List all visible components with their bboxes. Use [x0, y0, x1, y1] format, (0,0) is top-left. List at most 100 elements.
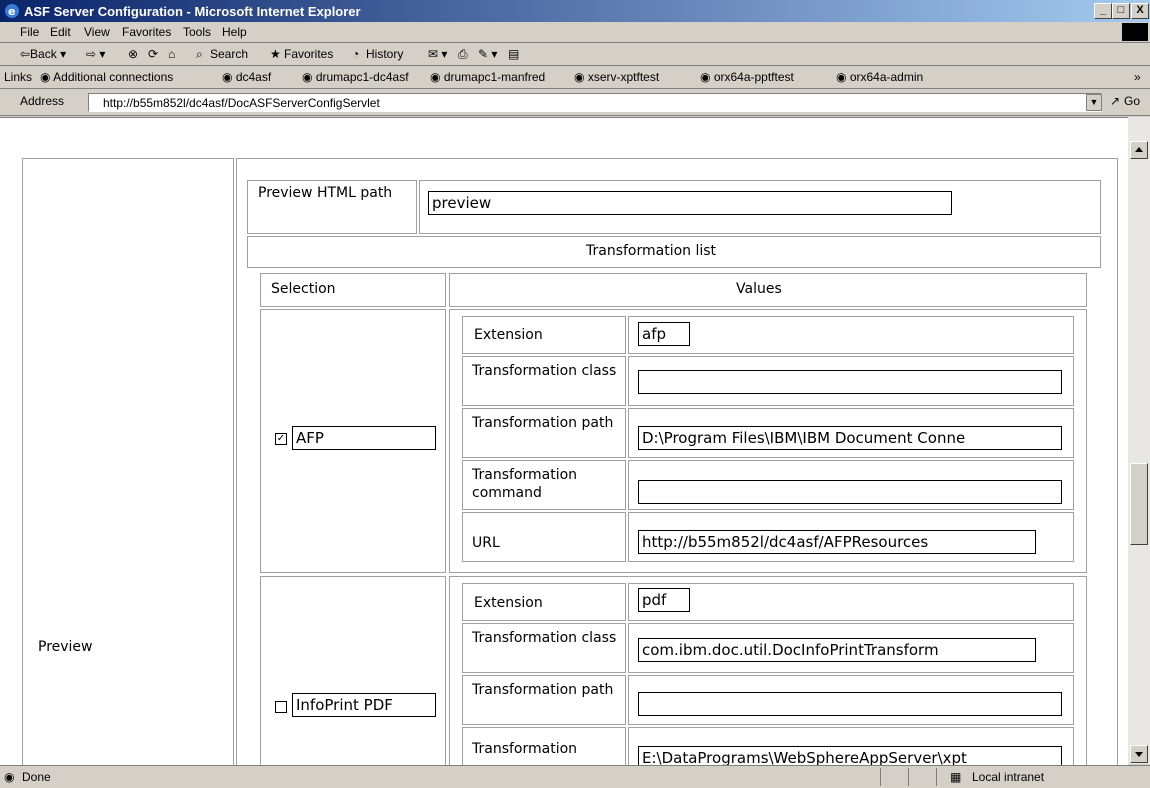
close-button[interactable]: X — [1131, 3, 1149, 19]
menu-file[interactable]: File — [20, 25, 39, 39]
link-label: xserv-xptftest — [587, 70, 660, 84]
link-orx64a-pptftest[interactable]: ◉ orx64a-pptftest — [700, 70, 794, 84]
address-bar: Address http://b55m852l/dc4asf/DocASFSer… — [0, 89, 1150, 116]
afp-class-label: Transformation class — [472, 363, 617, 379]
link-label: Additional connections — [53, 70, 174, 84]
afp-extension-input[interactable]: afp — [638, 322, 690, 346]
link-dc4asf[interactable]: ◉ dc4asf — [222, 70, 271, 84]
go-button[interactable]: Go — [1124, 94, 1140, 108]
favorites-button[interactable]: Favorites — [284, 47, 333, 61]
link-xserv-xptftest[interactable]: ◉ xserv-xptftest — [574, 70, 659, 84]
intranet-zone-icon: ▦ — [950, 770, 962, 784]
scroll-thumb[interactable] — [1130, 463, 1148, 545]
maximize-button[interactable]: □ — [1112, 3, 1130, 19]
refresh-icon[interactable]: ⟳ — [148, 47, 158, 61]
pdf-extension-label: Extension — [474, 595, 543, 611]
link-label: orx64a-admin — [849, 70, 924, 84]
links-label: Links — [4, 70, 33, 84]
status-bar: ◉ Done ▦ Local intranet — [0, 765, 1150, 788]
standard-toolbar: ⇦Back ▾ ⇨ ▾ ⊗ ⟳ ⌂ ⌕ Search ★ Favorites ◔… — [0, 43, 1150, 66]
zone-label: Local intranet — [972, 770, 1045, 784]
scroll-down-button[interactable] — [1130, 745, 1148, 763]
afp-extension-value-cell — [628, 316, 1074, 354]
pdf-command-input[interactable]: E:\DataPrograms\WebSphereAppServer\xpt — [638, 746, 1062, 765]
pdf-checkbox[interactable] — [275, 701, 287, 713]
preview-path-input[interactable]: preview — [428, 191, 952, 215]
pdf-selection-cell — [260, 576, 446, 765]
pdf-class-label: Transformation class — [472, 630, 617, 646]
search-icon: ⌕ — [196, 47, 203, 61]
menu-help[interactable]: Help — [222, 25, 247, 39]
menu-tools[interactable]: Tools — [183, 25, 211, 39]
history-icon: ◔ — [352, 47, 360, 61]
home-icon[interactable]: ⌂ — [168, 47, 175, 61]
discuss-icon[interactable]: ▤ — [508, 47, 519, 61]
pdf-path-input[interactable] — [638, 692, 1062, 716]
back-button[interactable]: ⇦Back ▾ — [20, 47, 66, 61]
ie-icon: e — [5, 4, 19, 18]
afp-path-input[interactable]: D:\Program Files\IBM\IBM Document Conne — [638, 426, 1062, 450]
afp-class-input[interactable] — [638, 370, 1062, 394]
title-bar: e ASF Server Configuration - Microsoft I… — [0, 0, 1150, 22]
window-title: ASF Server Configuration - Microsoft Int… — [24, 4, 361, 19]
mail-icon[interactable]: ✉ ▾ — [428, 47, 447, 61]
go-icon[interactable]: ↗ — [1110, 94, 1120, 108]
status-text: Done — [22, 770, 51, 784]
section-label-cell — [22, 158, 234, 765]
transformation-list-header: Transformation list — [586, 243, 717, 259]
stop-icon[interactable]: ⊗ — [128, 47, 138, 61]
menu-favorites[interactable]: Favorites — [122, 25, 171, 39]
link-drumapc1-manfred[interactable]: ◉ drumapc1-manfred — [430, 70, 545, 84]
afp-url-input[interactable]: http://b55m852l/dc4asf/AFPResources — [638, 530, 1036, 554]
link-label: drumapc1-manfred — [443, 70, 546, 84]
svg-text:e: e — [8, 5, 15, 18]
edit-icon[interactable]: ✎ ▾ — [478, 47, 497, 61]
pdf-command-label: Transformation — [472, 741, 578, 757]
address-input[interactable]: http://b55m852l/dc4asf/DocASFServerConfi… — [88, 93, 1102, 112]
section-label: Preview — [38, 639, 93, 655]
pdf-name-input[interactable]: InfoPrint PDF — [292, 693, 436, 717]
page-done-icon: ◉ — [4, 770, 15, 784]
status-divider — [880, 768, 881, 786]
scroll-up-button[interactable] — [1130, 141, 1148, 159]
link-label: orx64a-pptftest — [713, 70, 794, 84]
links-bar: Links ◉ Additional connections ◉ dc4asf … — [0, 66, 1150, 89]
afp-path-label: Transformation path — [472, 415, 614, 431]
afp-command-label: Transformation command — [472, 467, 578, 501]
status-divider — [936, 768, 937, 786]
address-dropdown-button[interactable]: ▼ — [1086, 94, 1102, 111]
link-label: drumapc1-dc4asf — [315, 70, 409, 84]
link-orx64a-admin[interactable]: ◉ orx64a-admin — [836, 70, 923, 84]
favorites-icon: ★ — [270, 47, 281, 61]
menu-view[interactable]: View — [84, 25, 110, 39]
address-label: Address — [20, 94, 65, 108]
link-drumapc1-dc4asf[interactable]: ◉ drumapc1-dc4asf — [302, 70, 409, 84]
search-button[interactable]: Search — [210, 47, 248, 61]
print-icon[interactable]: ⎙ — [458, 47, 468, 62]
arrow-up-icon — [1135, 147, 1143, 152]
menu-edit[interactable]: Edit — [50, 25, 71, 39]
page-viewport: Preview Preview HTML path preview Transf… — [0, 117, 1128, 765]
pdf-extension-input[interactable]: pdf — [638, 588, 690, 612]
afp-name-input[interactable]: AFP — [292, 426, 436, 450]
status-divider — [908, 768, 909, 786]
windows-logo-icon — [1122, 23, 1148, 41]
forward-button[interactable]: ⇨ ▾ — [86, 47, 105, 61]
vertical-scrollbar[interactable] — [1128, 117, 1150, 764]
afp-checkbox[interactable]: ✓ — [275, 433, 287, 445]
selection-header: Selection — [271, 281, 336, 297]
afp-extension-label: Extension — [474, 327, 543, 343]
pdf-path-label: Transformation path — [472, 682, 614, 698]
history-button[interactable]: History — [366, 47, 403, 61]
values-header: Values — [736, 281, 782, 297]
pdf-class-input[interactable]: com.ibm.doc.util.DocInfoPrintTransform — [638, 638, 1036, 662]
arrow-down-icon — [1135, 752, 1143, 757]
address-url: http://b55m852l/dc4asf/DocASFServerConfi… — [103, 96, 380, 110]
link-additional-connections[interactable]: ◉ Additional connections — [40, 70, 173, 84]
menu-bar: File Edit View Favorites Tools Help — [0, 22, 1150, 43]
minimize-button[interactable]: _ — [1094, 3, 1112, 19]
link-label: dc4asf — [235, 70, 272, 84]
afp-url-label: URL — [472, 535, 500, 551]
afp-command-input[interactable] — [638, 480, 1062, 504]
links-more-button[interactable]: » — [1134, 70, 1141, 84]
